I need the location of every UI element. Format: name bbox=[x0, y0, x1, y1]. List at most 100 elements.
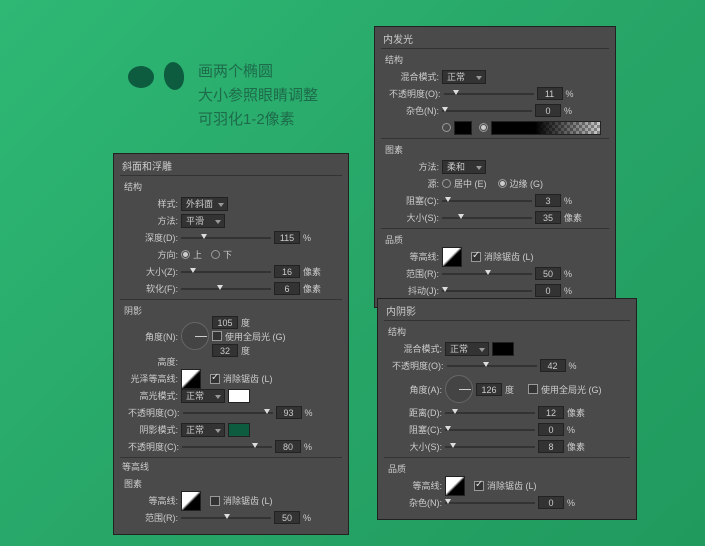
jitter-value[interactable]: 0 bbox=[535, 284, 561, 297]
down-label: 下 bbox=[223, 248, 232, 261]
direction-down-radio[interactable] bbox=[211, 250, 220, 259]
noise-value[interactable]: 0 bbox=[535, 104, 561, 117]
color-radio[interactable] bbox=[442, 123, 451, 132]
noise-slider[interactable] bbox=[445, 502, 535, 504]
jitter-label: 抖动(J): bbox=[389, 284, 439, 297]
antialias-label: 消除锯齿 (L) bbox=[487, 479, 537, 492]
gloss-contour-picker[interactable] bbox=[181, 369, 201, 389]
gradient-radio[interactable] bbox=[479, 123, 488, 132]
opacity-value[interactable]: 11 bbox=[537, 87, 563, 100]
highlight-opacity-slider[interactable] bbox=[183, 412, 273, 414]
size-label: 大小(S): bbox=[389, 211, 439, 224]
bevel-panel: 斜面和浮雕 结构 样式:外斜面 方法:平滑 深度(D):115% 方向:上下 大… bbox=[113, 153, 349, 535]
noise-value[interactable]: 0 bbox=[538, 496, 564, 509]
size-slider[interactable] bbox=[445, 446, 535, 448]
size-value[interactable]: 16 bbox=[274, 265, 300, 278]
source-edge-radio[interactable] bbox=[498, 179, 507, 188]
choke-value[interactable]: 0 bbox=[538, 423, 564, 436]
unit: % bbox=[569, 361, 589, 371]
antialias-checkbox[interactable] bbox=[474, 481, 484, 491]
angle-label: 角度(A): bbox=[392, 383, 442, 396]
distance-value[interactable]: 12 bbox=[538, 406, 564, 419]
range-value[interactable]: 50 bbox=[274, 511, 300, 524]
contour-label: 等高线: bbox=[128, 494, 178, 507]
choke-label: 阻塞(C): bbox=[392, 423, 442, 436]
technique-label: 方法: bbox=[128, 214, 178, 227]
jitter-slider[interactable] bbox=[442, 290, 532, 292]
distance-slider[interactable] bbox=[445, 412, 535, 414]
shadow-opacity-value[interactable]: 80 bbox=[275, 440, 301, 453]
soften-slider[interactable] bbox=[181, 288, 271, 290]
range-label: 范围(R): bbox=[389, 267, 439, 280]
shadow-mode-dropdown[interactable]: 正常 bbox=[181, 423, 225, 437]
inner-glow-panel: 内发光 结构 混合模式:正常 不透明度(O):11% 杂色(N):0% 图素 方… bbox=[374, 26, 616, 308]
size-slider[interactable] bbox=[442, 217, 532, 219]
technique-dropdown[interactable]: 平滑 bbox=[181, 214, 225, 228]
antialias-checkbox[interactable] bbox=[210, 496, 220, 506]
shadow-opacity-slider[interactable] bbox=[182, 446, 272, 448]
unit: % bbox=[305, 408, 325, 418]
angle-dial[interactable] bbox=[445, 375, 473, 403]
source-center-radio[interactable] bbox=[442, 179, 451, 188]
altitude-value[interactable]: 32 bbox=[212, 344, 238, 357]
antialias-checkbox[interactable] bbox=[471, 252, 481, 262]
global-light-checkbox[interactable] bbox=[528, 384, 538, 394]
contour-picker[interactable] bbox=[445, 476, 465, 496]
choke-value[interactable]: 3 bbox=[535, 194, 561, 207]
contour-picker[interactable] bbox=[442, 247, 462, 267]
direction-up-radio[interactable] bbox=[181, 250, 190, 259]
blend-label: 混合模式: bbox=[389, 70, 439, 83]
highlight-opacity-label: 不透明度(O): bbox=[128, 406, 180, 419]
style-dropdown[interactable]: 外斜面 bbox=[181, 197, 228, 211]
center-label: 居中 (E) bbox=[454, 177, 487, 190]
opacity-slider[interactable] bbox=[444, 93, 534, 95]
intro-line: 画两个椭圆 bbox=[198, 60, 318, 84]
antialias-label: 消除锯齿 (L) bbox=[223, 494, 273, 507]
global-light-checkbox[interactable] bbox=[212, 331, 222, 341]
highlight-color-swatch[interactable] bbox=[228, 389, 250, 403]
range-value[interactable]: 50 bbox=[535, 267, 561, 280]
shadow-mode-label: 阴影模式: bbox=[128, 423, 178, 436]
angle-value[interactable]: 126 bbox=[476, 383, 502, 396]
shadow-color-swatch[interactable] bbox=[228, 423, 250, 437]
highlight-mode-dropdown[interactable]: 正常 bbox=[181, 389, 225, 403]
noise-slider[interactable] bbox=[442, 110, 532, 112]
noise-label: 杂色(N): bbox=[389, 104, 439, 117]
unit: % bbox=[304, 442, 324, 452]
unit: 像素 bbox=[567, 406, 587, 419]
highlight-opacity-value[interactable]: 93 bbox=[276, 406, 302, 419]
shadow-color-swatch[interactable] bbox=[492, 342, 514, 356]
size-slider[interactable] bbox=[181, 271, 271, 273]
section-label: 结构 bbox=[120, 178, 342, 195]
opacity-label: 不透明度(O): bbox=[389, 87, 441, 100]
antialias-checkbox[interactable] bbox=[210, 374, 220, 384]
highlight-mode-label: 高光模式: bbox=[128, 389, 178, 402]
glow-color-swatch[interactable] bbox=[454, 121, 472, 135]
depth-value[interactable]: 115 bbox=[274, 231, 300, 244]
unit: % bbox=[564, 106, 584, 116]
angle-dial[interactable] bbox=[181, 322, 209, 350]
choke-slider[interactable] bbox=[445, 429, 535, 431]
size-value[interactable]: 8 bbox=[538, 440, 564, 453]
blend-dropdown[interactable]: 正常 bbox=[445, 342, 489, 356]
opacity-slider[interactable] bbox=[447, 365, 537, 367]
range-slider[interactable] bbox=[181, 517, 271, 519]
depth-slider[interactable] bbox=[181, 237, 271, 239]
size-value[interactable]: 35 bbox=[535, 211, 561, 224]
soften-label: 软化(F): bbox=[128, 282, 178, 295]
altitude-label: 高度: bbox=[120, 355, 178, 368]
technique-dropdown[interactable]: 柔和 bbox=[442, 160, 486, 174]
contour-picker[interactable] bbox=[181, 491, 201, 511]
intro-line: 可羽化1-2像素 bbox=[198, 108, 318, 132]
shadow-opacity-label: 不透明度(C): bbox=[128, 440, 179, 453]
panel-title: 内发光 bbox=[381, 31, 609, 46]
choke-slider[interactable] bbox=[442, 200, 532, 202]
angle-value[interactable]: 105 bbox=[212, 316, 238, 329]
opacity-value[interactable]: 42 bbox=[540, 359, 566, 372]
blend-dropdown[interactable]: 正常 bbox=[442, 70, 486, 84]
gradient-picker[interactable] bbox=[491, 121, 601, 135]
range-label: 范围(R): bbox=[128, 511, 178, 524]
range-slider[interactable] bbox=[442, 273, 532, 275]
soften-value[interactable]: 6 bbox=[274, 282, 300, 295]
unit: 像素 bbox=[567, 440, 587, 453]
